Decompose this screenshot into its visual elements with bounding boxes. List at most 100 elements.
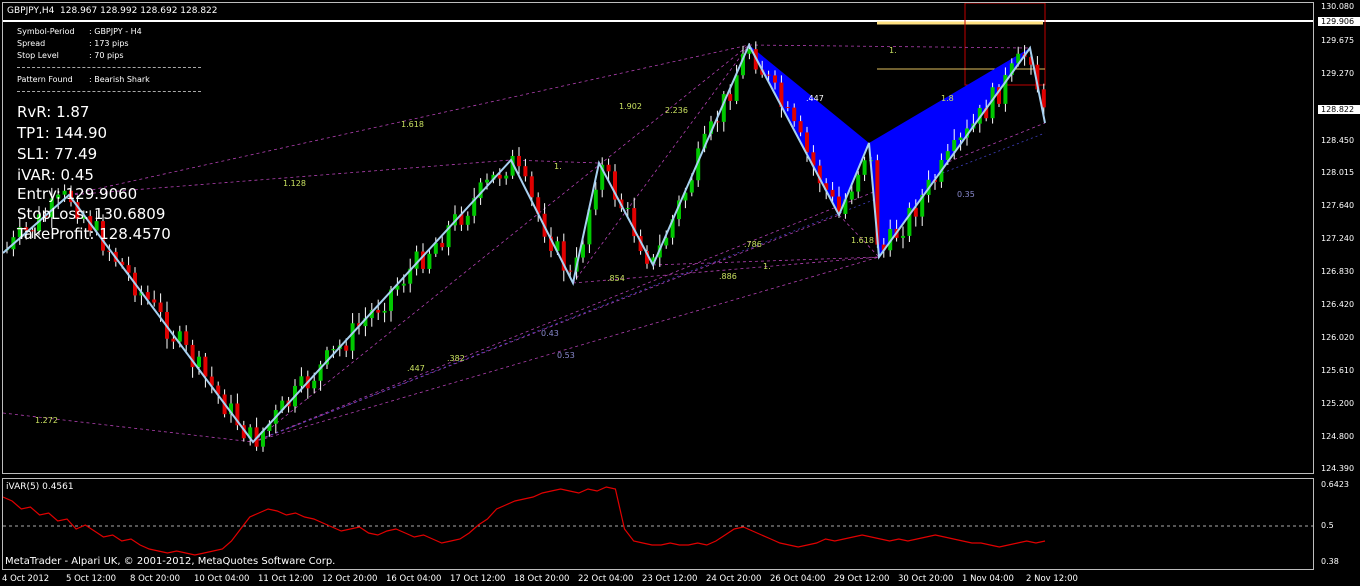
candle-body	[901, 235, 905, 238]
candle-body	[376, 309, 381, 313]
candle-body	[312, 380, 317, 389]
zigzag-line	[3, 42, 1046, 444]
trade-entry: Entry: 129.9060	[17, 185, 138, 203]
ratio-label: 0.43	[541, 329, 559, 338]
price-axis-label: 124.390	[1321, 464, 1355, 473]
indicator-axis-label: 0.38	[1321, 557, 1339, 566]
candle-body	[785, 107, 790, 109]
time-axis-label: 2 Nov 12:00	[1026, 574, 1078, 584]
price-axis-label: 128.015	[1321, 168, 1355, 177]
candle-body	[593, 189, 598, 210]
ratio-label: 1.128	[283, 179, 306, 188]
price-chart-panel[interactable]: 1.618 1.128 1.902 2.236 .447 1. 1. 1. 1.618 .786.…	[2, 2, 1314, 474]
candle-body	[568, 270, 573, 272]
ohlc-values: 128.967 128.992 128.692 128.822	[60, 6, 218, 16]
time-axis-label: 8 Oct 20:00	[130, 574, 181, 584]
time-axis-label: 22 Oct 04:00	[578, 574, 634, 584]
candle-body	[197, 356, 201, 368]
trade-takeprofit: TakeProfit: 128.4570	[17, 225, 171, 243]
price-axis-label: 126.020	[1321, 333, 1355, 342]
candle-body	[958, 137, 963, 141]
price-axis-label: 129.675	[1321, 36, 1355, 45]
ratio-label: .886	[719, 272, 737, 281]
candle-body	[849, 191, 854, 200]
candle-body	[625, 208, 630, 210]
price-axis-label-current: 128.822	[1318, 105, 1360, 114]
info-key: Symbol-Period	[17, 27, 75, 36]
price-axis-label: 129.270	[1321, 69, 1355, 78]
time-axis-label: 10 Oct 04:00	[194, 574, 250, 584]
candlesticks	[5, 41, 1046, 452]
info-stop-level: Stop Level : 70 pips	[17, 51, 124, 60]
price-axis-label: 124.800	[1321, 432, 1355, 441]
candle-body	[465, 215, 470, 225]
price-axis-label-entry: 129.906	[1318, 17, 1360, 26]
candle-body	[504, 175, 509, 179]
candle-body	[440, 242, 445, 248]
info-divider	[17, 91, 201, 92]
copyright-text: MetaTrader - Alpari UK, © 2001-2012, Met…	[5, 556, 336, 567]
ratio-labels: 1.618 1.128 1.902 2.236 .447 1. 1. 1. 1.618 .786.…	[35, 46, 975, 425]
candle-body	[728, 94, 733, 101]
candle-body	[158, 302, 163, 312]
indicator-title: iVAR(5) 0.4561	[6, 482, 74, 492]
trade-stoploss: StopLoss: 130.6809	[17, 205, 166, 223]
time-axis-label: 24 Oct 20:00	[706, 574, 762, 584]
ratio-label: 2.236	[665, 106, 688, 115]
price-axis-label: 125.200	[1321, 399, 1355, 408]
price-chart-canvas[interactable]: 1.618 1.128 1.902 2.236 .447 1. 1. 1. 1.618 .786.…	[3, 3, 1313, 473]
info-value: : 70 pips	[89, 51, 124, 60]
candle-body	[203, 356, 208, 377]
candle-body	[427, 253, 432, 269]
ratio-label: 1.902	[619, 102, 642, 111]
ratio-label: 1.	[889, 46, 897, 55]
time-axis-label: 29 Oct 12:00	[834, 574, 890, 584]
info-divider	[17, 67, 201, 68]
candle-body	[830, 189, 835, 197]
candle-body	[766, 74, 771, 76]
candle-body	[856, 174, 861, 192]
candle-body	[1041, 89, 1046, 108]
ratio-label: .447	[806, 94, 824, 103]
ratio-label: 0.35	[957, 190, 975, 199]
time-axis-label: 17 Oct 12:00	[450, 574, 506, 584]
candle-body	[331, 349, 336, 351]
info-key: Stop Level	[17, 51, 59, 60]
info-value: : GBPJPY - H4	[89, 27, 142, 36]
indicator-axis-label: 0.6423	[1321, 480, 1349, 489]
candle-body	[517, 155, 521, 167]
candle-body	[382, 310, 387, 313]
candle-body	[529, 176, 534, 198]
info-key: Spread	[17, 39, 46, 48]
candle-body	[184, 331, 189, 345]
candle-body	[171, 338, 176, 342]
candle-body	[773, 75, 777, 83]
indicator-axis-label: 0.5	[1321, 521, 1334, 530]
candle-body	[401, 283, 406, 286]
ratio-label: .447	[407, 364, 425, 373]
candle-body	[606, 164, 611, 172]
ratio-label: 1.618	[851, 236, 874, 245]
trade-ivar: iVAR: 0.45	[17, 166, 94, 184]
ratio-label: 1.8	[941, 94, 954, 103]
trade-rvr: RvR: 1.87	[17, 103, 90, 121]
ivar-line	[3, 486, 1046, 556]
time-axis-label: 23 Oct 12:00	[642, 574, 698, 584]
candle-body	[862, 160, 867, 175]
candle-body	[798, 121, 803, 133]
candle-body	[485, 179, 489, 183]
ratio-label: .786	[744, 240, 762, 249]
candle-body	[299, 376, 304, 386]
info-spread: Spread: 173 pips	[17, 39, 129, 48]
candle-body	[350, 323, 355, 351]
price-axis-label: 127.640	[1321, 201, 1355, 210]
ratio-label: 1.	[554, 162, 562, 171]
pattern-triangle-xab	[749, 45, 869, 215]
ratio-label: .382	[447, 354, 465, 363]
info-value: : Bearish Shark	[89, 75, 150, 84]
ratio-label: .854	[607, 274, 625, 283]
price-axis-label: 128.450	[1321, 136, 1355, 145]
time-axis-label: 11 Oct 12:00	[258, 574, 314, 584]
symbol-period: GBPJPY,H4	[7, 6, 55, 16]
time-axis-label: 1 Nov 04:00	[962, 574, 1014, 584]
